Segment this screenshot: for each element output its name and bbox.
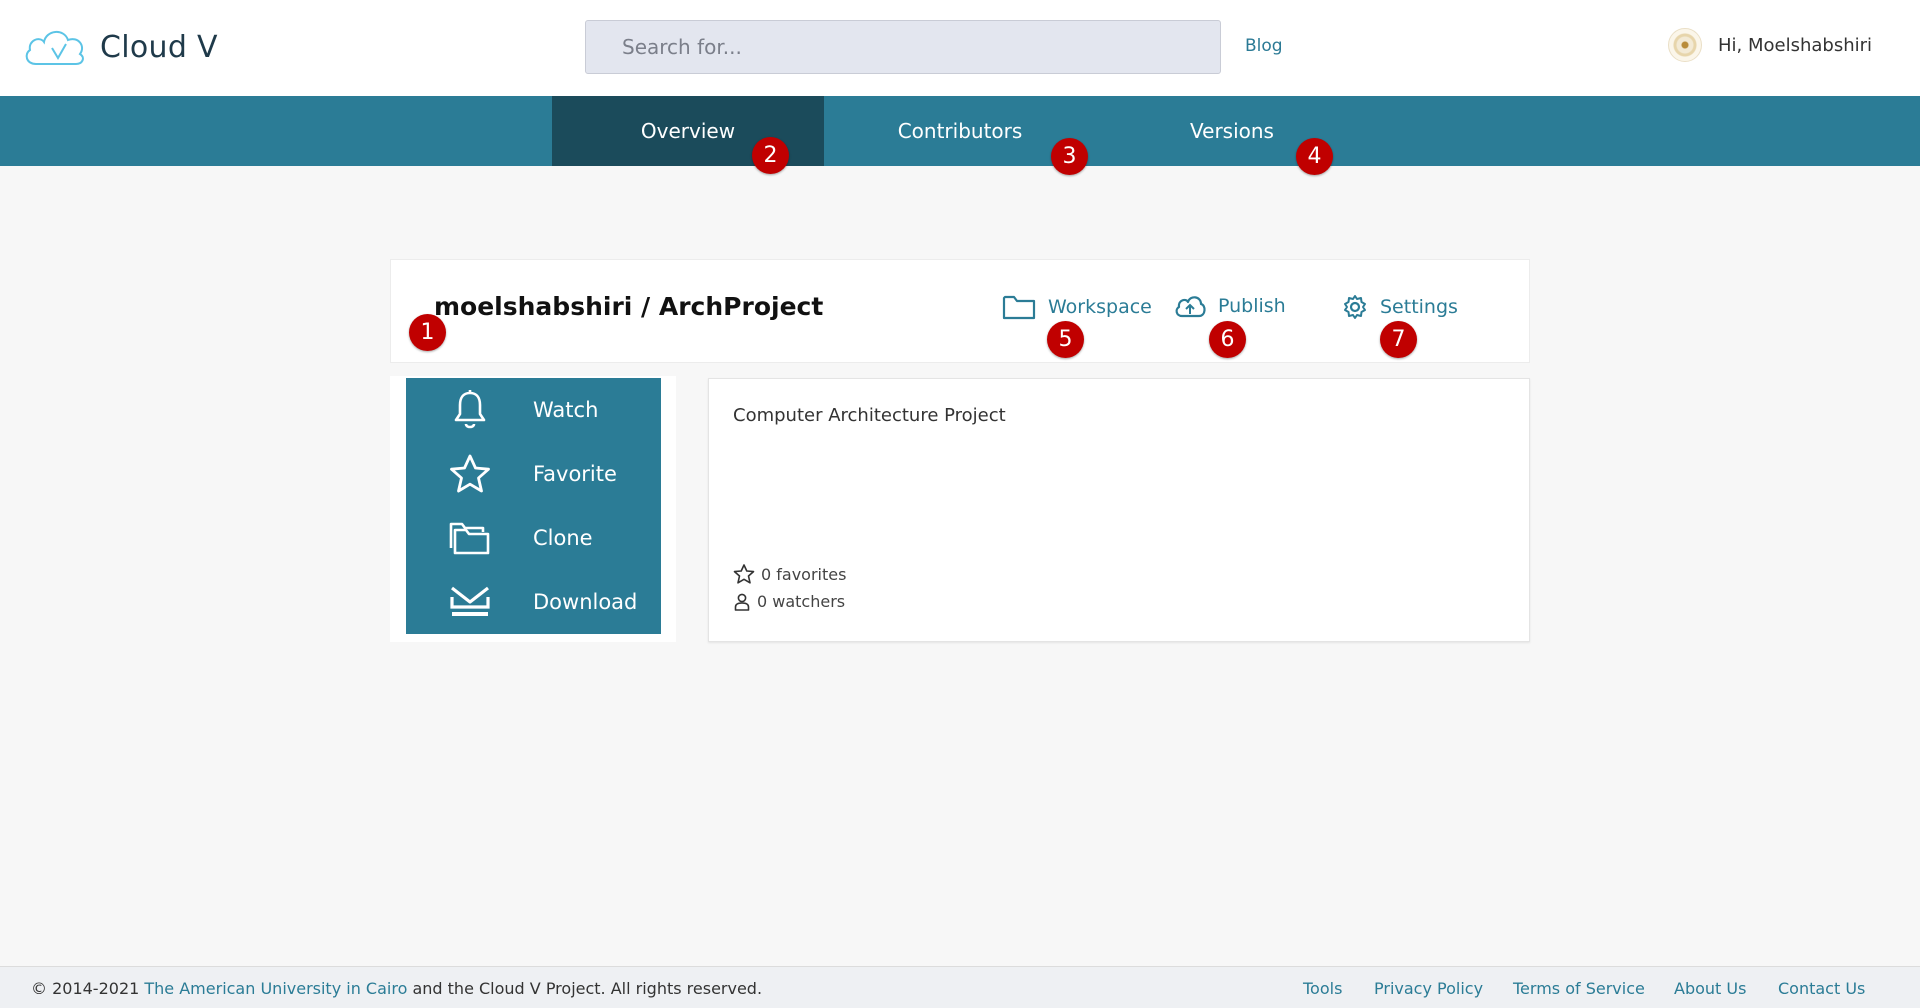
user-outline-icon <box>734 593 750 611</box>
publish-label: Publish <box>1218 295 1286 317</box>
page-footer: © 2014-2021 The American University in C… <box>0 966 1920 1008</box>
annotation-badge-7: 7 <box>1380 321 1417 358</box>
cloud-logo-icon <box>25 31 84 65</box>
annotation-badge-5: 5 <box>1047 321 1084 358</box>
star-icon <box>448 452 492 496</box>
project-description-card: Computer Architecture Project 0 favorite… <box>708 378 1530 642</box>
cloud-upload-icon <box>1175 296 1206 318</box>
watchers-count: 0 watchers <box>733 592 845 611</box>
project-header-card: moelshabshiri / ArchProject Workspace Pu… <box>390 259 1530 363</box>
copyright-suffix: and the Cloud V Project. All rights rese… <box>407 979 763 998</box>
actions-panel: Watch Favorite Clone Download <box>406 378 661 634</box>
footer-link-terms[interactable]: Terms of Service <box>1513 979 1645 998</box>
annotation-badge-6: 6 <box>1209 321 1246 358</box>
blog-link[interactable]: Blog <box>1245 36 1283 56</box>
annotation-badge-4: 4 <box>1296 138 1333 175</box>
folder-icon <box>1002 295 1036 320</box>
top-header: Cloud V Blog Hi, Moelshabshiri <box>0 0 1920 96</box>
copyright-notice: © 2014-2021 The American University in C… <box>31 979 762 998</box>
avatar[interactable] <box>1668 28 1702 62</box>
project-description: Computer Architecture Project <box>733 405 1006 426</box>
download-label: Download <box>533 590 638 614</box>
workspace-label: Workspace <box>1048 296 1152 318</box>
clone-label: Clone <box>533 526 593 550</box>
favorite-label: Favorite <box>533 462 617 486</box>
watch-label: Watch <box>533 398 599 422</box>
project-tab-bar: Overview Contributors Versions <box>0 96 1920 166</box>
favorites-count: 0 favorites <box>733 564 846 584</box>
watch-button[interactable]: Watch <box>406 378 661 442</box>
watchers-label: 0 watchers <box>757 592 846 611</box>
folders-icon <box>448 516 492 560</box>
star-outline-icon <box>733 564 755 584</box>
footer-link-tools[interactable]: Tools <box>1303 979 1342 998</box>
publish-button[interactable]: Publish <box>1174 294 1286 318</box>
footer-link-privacy[interactable]: Privacy Policy <box>1374 979 1483 998</box>
download-tray-icon <box>448 580 492 624</box>
clone-button[interactable]: Clone <box>406 506 661 570</box>
favorite-button[interactable]: Favorite <box>406 442 661 506</box>
annotation-badge-1: 1 <box>409 314 446 351</box>
download-button[interactable]: Download <box>406 570 661 634</box>
bell-icon <box>448 388 492 432</box>
user-greeting: Hi, Moelshabshiri <box>1718 34 1873 56</box>
auc-link[interactable]: The American University in Cairo <box>144 979 407 998</box>
settings-button[interactable]: Settings <box>1342 294 1458 320</box>
settings-label: Settings <box>1380 296 1458 318</box>
footer-link-contact[interactable]: Contact Us <box>1778 979 1865 998</box>
brand-name: Cloud V <box>100 29 218 65</box>
search-input[interactable] <box>585 20 1221 74</box>
annotation-badge-2: 2 <box>752 137 789 174</box>
workspace-button[interactable]: Workspace <box>1002 294 1152 320</box>
footer-link-about[interactable]: About Us <box>1674 979 1746 998</box>
annotation-badge-3: 3 <box>1051 138 1088 175</box>
project-title: moelshabshiri / ArchProject <box>434 292 824 321</box>
favorites-label: 0 favorites <box>761 564 847 584</box>
gear-icon <box>1344 295 1366 319</box>
brand-logo[interactable]: Cloud V <box>22 24 218 70</box>
copyright-prefix: © 2014-2021 <box>31 979 145 998</box>
user-menu[interactable]: Hi, Moelshabshiri <box>1668 28 1872 62</box>
